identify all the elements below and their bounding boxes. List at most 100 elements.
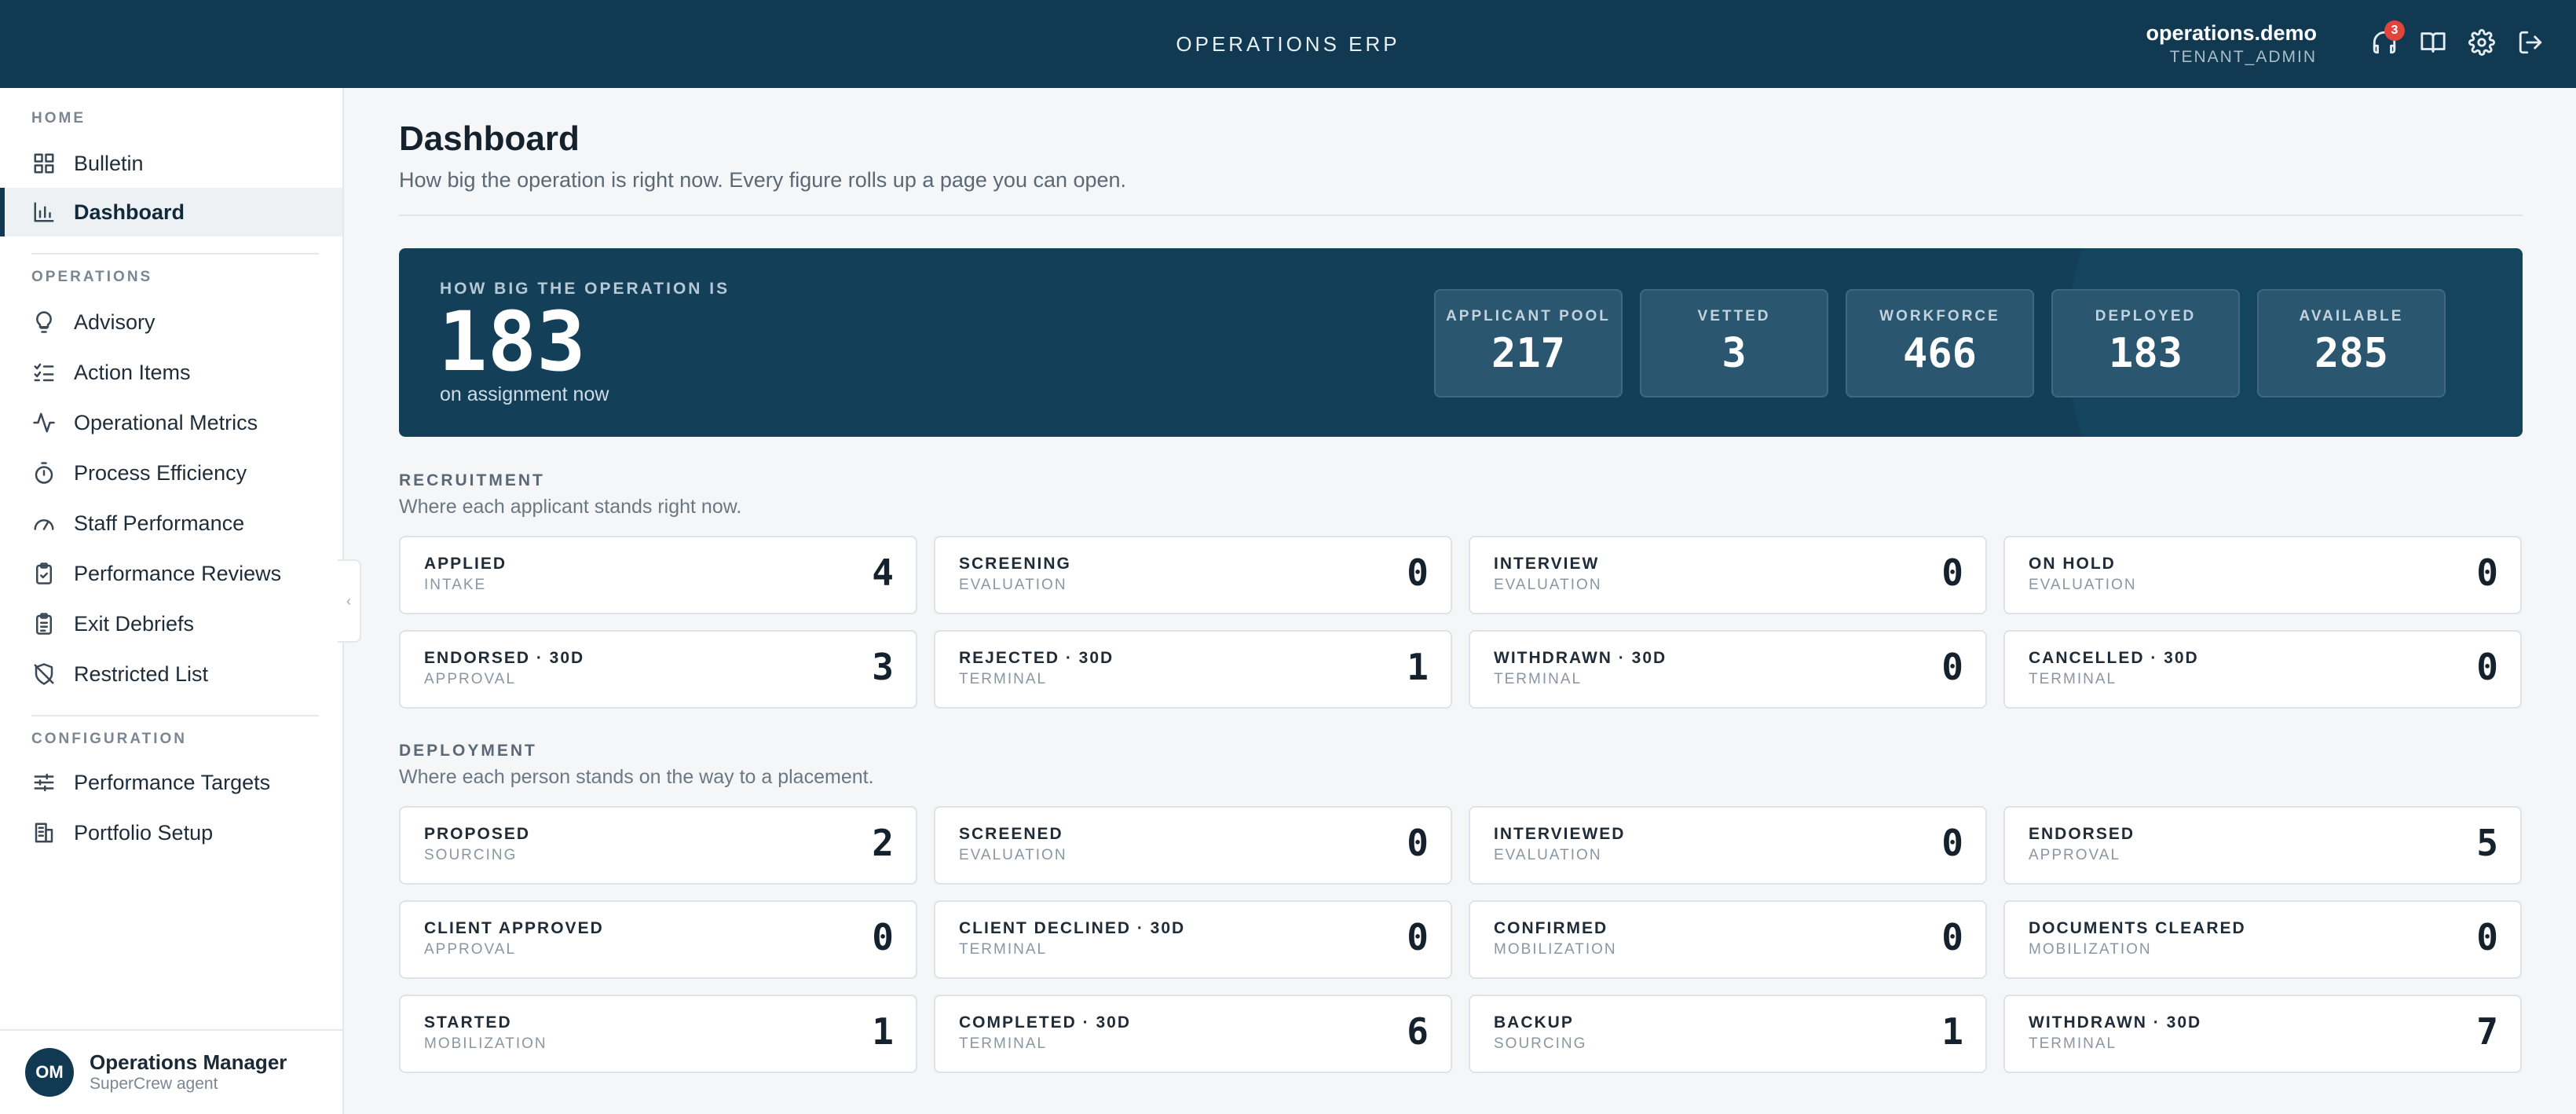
deployment-stage-card[interactable]: WITHDRAWN · 30D TERMINAL 7 bbox=[2003, 995, 2522, 1073]
recruitment-section-title: RECRUITMENT bbox=[399, 471, 545, 489]
sidebar-item-label: Operational Metrics bbox=[74, 410, 258, 434]
stat-label: WORKFORCE bbox=[1879, 308, 2000, 324]
sidebar-item-label: Performance Reviews bbox=[74, 561, 282, 585]
sidebar-item-operational-metrics[interactable]: Operational Metrics bbox=[0, 398, 342, 447]
sidebar-item-label: Process Efficiency bbox=[74, 460, 247, 485]
sidebar-item-advisory[interactable]: Advisory bbox=[0, 298, 342, 346]
stage-category: EVALUATION bbox=[959, 847, 1067, 863]
stage-category: TERMINAL bbox=[2029, 671, 2117, 687]
sidebar-collapse-button[interactable]: ‹ bbox=[338, 559, 361, 643]
logout-button[interactable] bbox=[2516, 28, 2545, 57]
checklist-icon bbox=[31, 360, 57, 385]
stat-label: DEPLOYED bbox=[2095, 308, 2197, 324]
stat-value: 3 bbox=[1722, 330, 1747, 377]
stage-category: APPROVAL bbox=[424, 671, 517, 687]
deployment-stage-card[interactable]: ENDORSED APPROVAL 5 bbox=[2003, 806, 2522, 885]
stat-value: 285 bbox=[2314, 330, 2388, 377]
sidebar-divider bbox=[31, 715, 319, 716]
stage-label: DOCUMENTS CLEARED bbox=[2029, 919, 2246, 937]
stat-box-available[interactable]: AVAILABLE 285 bbox=[2257, 289, 2446, 398]
stat-box-deployed[interactable]: DEPLOYED 183 bbox=[2051, 289, 2240, 398]
clipboard-list-icon bbox=[31, 611, 57, 636]
recruitment-stage-card[interactable]: REJECTED · 30D TERMINAL 1 bbox=[934, 630, 1452, 709]
sidebar-divider bbox=[31, 253, 319, 255]
activity-icon bbox=[31, 410, 57, 435]
stat-box-workforce[interactable]: WORKFORCE 466 bbox=[1846, 289, 2034, 398]
recruitment-stage-card[interactable]: INTERVIEW EVALUATION 0 bbox=[1469, 536, 1987, 614]
sidebar-user-name: Operations Manager bbox=[90, 1050, 287, 1074]
deployment-stage-card[interactable]: CLIENT APPROVED APPROVAL 0 bbox=[399, 900, 917, 979]
stat-box-vetted[interactable]: VETTED 3 bbox=[1640, 289, 1828, 398]
stage-label: BACKUP bbox=[1494, 1013, 1574, 1032]
sidebar-item-performance-targets[interactable]: Performance Targets bbox=[0, 758, 342, 807]
recruitment-stage-card[interactable]: ON HOLD EVALUATION 0 bbox=[2003, 536, 2522, 614]
stage-category: MOBILIZATION bbox=[1494, 941, 1617, 958]
deployment-stage-card[interactable]: CONFIRMED MOBILIZATION 0 bbox=[1469, 900, 1987, 979]
sidebar-item-label: Staff Performance bbox=[74, 511, 245, 535]
stopwatch-icon bbox=[31, 460, 57, 486]
deployment-stage-card[interactable]: SCREENED EVALUATION 0 bbox=[934, 806, 1452, 885]
deployment-stage-card[interactable]: STARTED MOBILIZATION 1 bbox=[399, 995, 917, 1073]
stat-label: APPLICANT POOL bbox=[1446, 308, 1611, 324]
stage-label: COMPLETED · 30D bbox=[959, 1013, 1132, 1032]
gear-icon bbox=[2468, 29, 2495, 56]
docs-button[interactable] bbox=[2419, 28, 2447, 57]
recruitment-stage-card[interactable]: ENDORSED · 30D APPROVAL 3 bbox=[399, 630, 917, 709]
deployment-stage-card[interactable]: PROPOSED SOURCING 2 bbox=[399, 806, 917, 885]
stage-count: 1 bbox=[1407, 646, 1429, 688]
recruitment-stage-card[interactable]: SCREENING EVALUATION 0 bbox=[934, 536, 1452, 614]
stage-label: INTERVIEW bbox=[1494, 555, 1600, 573]
sidebar-item-process-efficiency[interactable]: Process Efficiency bbox=[0, 449, 342, 497]
sidebar-item-restricted-list[interactable]: Restricted List bbox=[0, 650, 342, 698]
stage-count: 0 bbox=[2476, 916, 2498, 958]
sidebar-item-bulletin[interactable]: Bulletin bbox=[0, 139, 342, 188]
recruitment-stage-card[interactable]: WITHDRAWN · 30D TERMINAL 0 bbox=[1469, 630, 1987, 709]
top-bar: OPERATIONS ERP operations.demo TENANT_AD… bbox=[0, 0, 2576, 88]
hero-value: 183 bbox=[438, 294, 586, 390]
divider bbox=[399, 214, 2523, 216]
recruitment-stage-card[interactable]: CANCELLED · 30D TERMINAL 0 bbox=[2003, 630, 2522, 709]
header-actions: 3 bbox=[2370, 20, 2545, 57]
sidebar-item-exit-debriefs[interactable]: Exit Debriefs bbox=[0, 599, 342, 648]
recruitment-section-subtitle: Where each applicant stands right now. bbox=[399, 496, 742, 518]
stage-category: TERMINAL bbox=[959, 941, 1048, 958]
stage-count: 0 bbox=[1941, 916, 1963, 958]
sidebar-item-staff-performance[interactable]: Staff Performance bbox=[0, 499, 342, 548]
sidebar-item-portfolio-setup[interactable]: Portfolio Setup bbox=[0, 808, 342, 857]
settings-button[interactable] bbox=[2468, 28, 2496, 57]
stat-box-applicant-pool[interactable]: APPLICANT POOL 217 bbox=[1434, 289, 1623, 398]
deployment-stage-card[interactable]: CLIENT DECLINED · 30D TERMINAL 0 bbox=[934, 900, 1452, 979]
deployment-stage-card[interactable]: COMPLETED · 30D TERMINAL 6 bbox=[934, 995, 1452, 1073]
stage-label: CLIENT APPROVED bbox=[424, 919, 604, 937]
stage-label: WITHDRAWN · 30D bbox=[1494, 649, 1667, 667]
sidebar-item-performance-reviews[interactable]: Performance Reviews bbox=[0, 549, 342, 598]
stage-count: 3 bbox=[872, 646, 894, 688]
stat-value: 217 bbox=[1491, 330, 1565, 377]
sidebar-user-card[interactable]: OM Operations Manager SuperCrew agent bbox=[0, 1029, 342, 1114]
stage-category: EVALUATION bbox=[1494, 577, 1602, 593]
stage-category: TERMINAL bbox=[1494, 671, 1583, 687]
stage-label: ON HOLD bbox=[2029, 555, 2116, 573]
sidebar-item-action-items[interactable]: Action Items bbox=[0, 348, 342, 397]
stage-category: TERMINAL bbox=[959, 1035, 1048, 1052]
deployment-stage-card[interactable]: DOCUMENTS CLEARED MOBILIZATION 0 bbox=[2003, 900, 2522, 979]
deployment-stage-card[interactable]: INTERVIEWED EVALUATION 0 bbox=[1469, 806, 1987, 885]
recruitment-stage-card[interactable]: APPLIED INTAKE 4 bbox=[399, 536, 917, 614]
current-user[interactable]: operations.demo TENANT_ADMIN bbox=[2146, 20, 2317, 68]
sidebar-item-dashboard[interactable]: Dashboard bbox=[0, 188, 342, 236]
support-button[interactable]: 3 bbox=[2370, 20, 2405, 57]
stage-category: EVALUATION bbox=[1494, 847, 1602, 863]
stage-count: 0 bbox=[1941, 552, 1963, 594]
deployment-section-title: DEPLOYMENT bbox=[399, 742, 537, 760]
operation-size-panel: HOW BIG THE OPERATION IS 183 on assignme… bbox=[399, 248, 2523, 437]
gauge-icon bbox=[31, 511, 57, 536]
chevron-left-icon: ‹ bbox=[346, 592, 351, 609]
stage-count: 0 bbox=[1941, 822, 1963, 864]
stage-label: INTERVIEWED bbox=[1494, 825, 1626, 843]
stage-category: SOURCING bbox=[1494, 1035, 1587, 1052]
deployment-stage-card[interactable]: BACKUP SOURCING 1 bbox=[1469, 995, 1987, 1073]
building-icon bbox=[31, 820, 57, 845]
stage-label: CLIENT DECLINED · 30D bbox=[959, 919, 1186, 937]
stage-category: TERMINAL bbox=[2029, 1035, 2117, 1052]
stage-category: MOBILIZATION bbox=[2029, 941, 2152, 958]
